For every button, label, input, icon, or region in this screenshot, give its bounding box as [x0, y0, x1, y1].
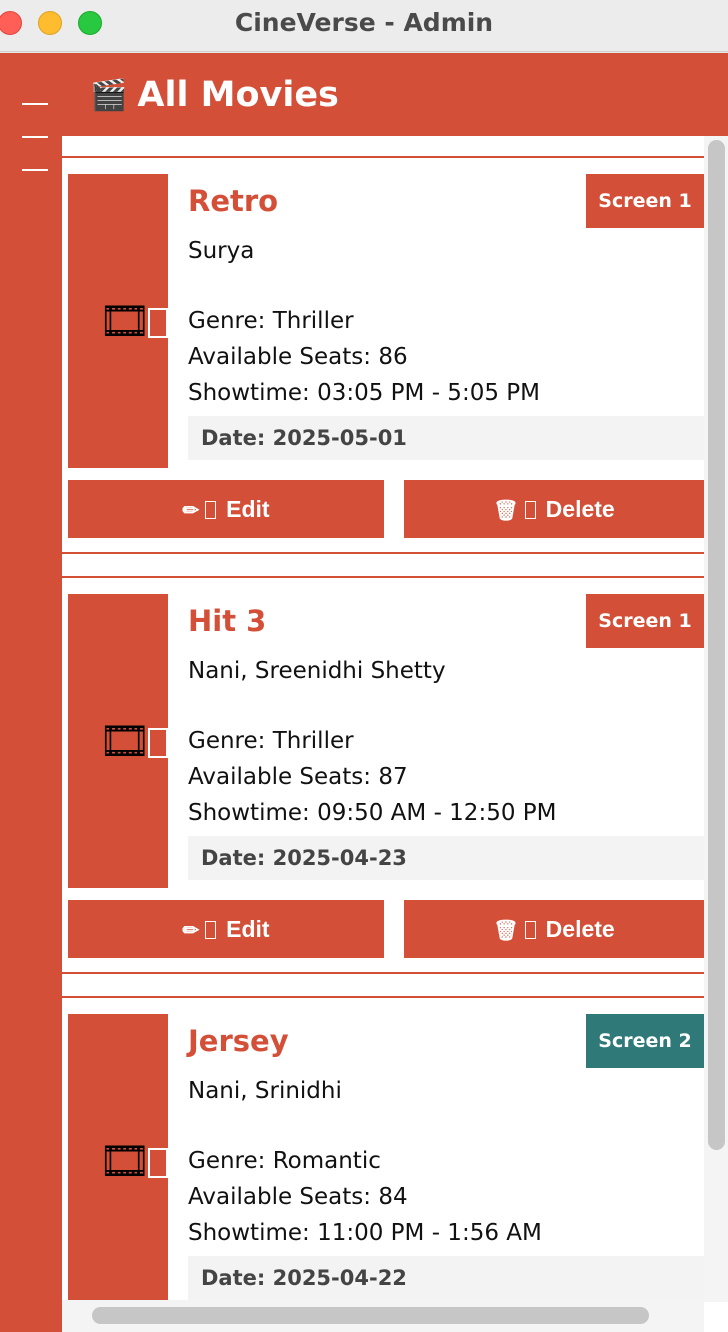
available-seats: Available Seats: 84: [188, 1184, 408, 1210]
missing-glyph-icon: [524, 921, 536, 939]
movie-card: 🎞 Jersey Nani, Srinidhi Genre: Romantic …: [62, 996, 704, 1332]
missing-glyph-icon: [205, 501, 217, 519]
movie-poster: 🎞: [68, 594, 168, 888]
card-divider: [62, 552, 704, 554]
showtime: Showtime: 09:50 AM - 12:50 PM: [188, 800, 557, 826]
edit-button-label: Edit: [226, 496, 270, 522]
show-date: Date: 2025-05-01: [188, 416, 704, 460]
missing-glyph-icon: [148, 728, 168, 758]
trash-icon: 🗑: [493, 500, 519, 522]
horizontal-scrollbar-thumb[interactable]: [92, 1307, 649, 1324]
screen-badge: Screen 1: [586, 594, 704, 648]
film-reel-icon: 🎞: [98, 296, 152, 345]
missing-glyph-icon: [148, 308, 168, 338]
window-title: CineVerse - Admin: [234, 8, 494, 37]
available-seats: Available Seats: 87: [188, 764, 408, 790]
available-seats: Available Seats: 86: [188, 344, 408, 370]
showtime: Showtime: 03:05 PM - 5:05 PM: [188, 380, 540, 406]
trash-icon: 🗑: [493, 920, 519, 942]
missing-glyph-icon: [148, 1148, 168, 1178]
film-reel-icon: 🎞: [98, 1136, 152, 1185]
movie-title: Hit 3: [188, 604, 267, 638]
movie-genre: Genre: Romantic: [188, 1148, 381, 1174]
card-divider: [62, 972, 704, 974]
screen-badge: Screen 2: [586, 1014, 704, 1068]
movie-poster: 🎞: [68, 174, 168, 468]
show-date: Date: 2025-04-23: [188, 836, 704, 880]
movie-genre: Genre: Thriller: [188, 728, 354, 754]
vertical-scrollbar-thumb[interactable]: [708, 140, 725, 1150]
movie-card: 🎞 Retro Surya Genre: Thriller Available …: [62, 156, 704, 554]
movie-cast: Surya: [188, 238, 255, 264]
edit-button[interactable]: ✏ Edit: [68, 900, 384, 958]
card-divider: [62, 576, 704, 578]
pencil-icon: ✏: [182, 500, 200, 522]
clapperboard-icon: 🎬: [90, 77, 128, 113]
screen-badge: Screen 1: [586, 174, 704, 228]
menu-icon[interactable]: [22, 103, 50, 202]
app-container: 🎬 All Movies 🎞 Retro Surya Genre: Thrill…: [0, 53, 728, 1332]
edit-button[interactable]: ✏ Edit: [68, 480, 384, 538]
movie-cast: Nani, Srinidhi: [188, 1078, 342, 1104]
showtime: Showtime: 11:00 PM - 1:56 AM: [188, 1220, 542, 1246]
movie-poster: 🎞: [68, 1014, 168, 1308]
delete-button[interactable]: 🗑 Delete: [404, 480, 704, 538]
page-title: 🎬 All Movies: [90, 75, 339, 115]
movie-card: 🎞 Hit 3 Nani, Sreenidhi Shetty Genre: Th…: [62, 576, 704, 974]
card-divider: [62, 156, 704, 158]
page-title-text: All Movies: [137, 75, 339, 115]
delete-button[interactable]: 🗑 Delete: [404, 900, 704, 958]
movie-title: Jersey: [188, 1024, 289, 1058]
show-date: Date: 2025-04-22: [188, 1256, 704, 1300]
movie-title: Retro: [188, 184, 279, 218]
window-titlebar: CineVerse - Admin: [0, 0, 728, 52]
pencil-icon: ✏: [182, 920, 200, 942]
delete-button-label: Delete: [545, 916, 615, 942]
delete-button-label: Delete: [545, 496, 615, 522]
missing-glyph-icon: [524, 501, 536, 519]
film-reel-icon: 🎞: [98, 716, 152, 765]
movie-list: 🎞 Retro Surya Genre: Thriller Available …: [62, 136, 728, 1332]
missing-glyph-icon: [205, 921, 217, 939]
edit-button-label: Edit: [226, 916, 270, 942]
card-divider: [62, 996, 704, 998]
movie-genre: Genre: Thriller: [188, 308, 354, 334]
movie-cast: Nani, Sreenidhi Shetty: [188, 658, 446, 684]
